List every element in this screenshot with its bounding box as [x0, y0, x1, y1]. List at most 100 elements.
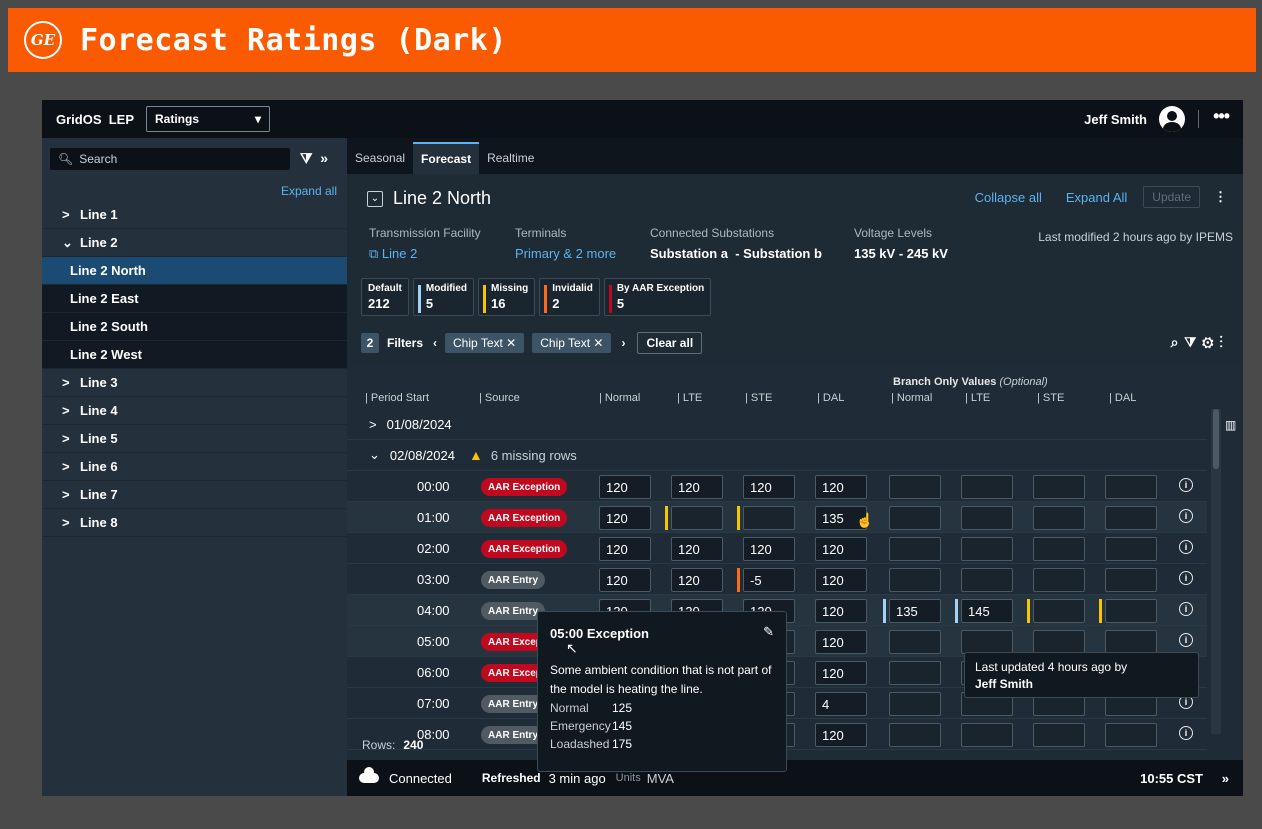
user-menu[interactable]: Jeff Smith — [1084, 100, 1185, 138]
rating-cell[interactable] — [961, 537, 1013, 561]
rating-cell[interactable]: 120 — [815, 475, 867, 499]
rating-cell[interactable] — [961, 568, 1013, 592]
rating-cell[interactable]: 120 — [671, 568, 723, 592]
rating-cell[interactable]: 120 — [743, 537, 795, 561]
column-header[interactable]: | DAL — [817, 392, 844, 404]
rating-cell[interactable] — [1033, 630, 1085, 654]
settings-icon[interactable]: ⚙ — [1202, 334, 1219, 350]
rating-cell[interactable]: 120 — [743, 475, 795, 499]
rating-cell[interactable]: 120 — [671, 475, 723, 499]
source-badge[interactable]: AAR Entry — [481, 726, 546, 744]
sidebar-item[interactable]: Line 2 East — [42, 285, 347, 313]
rating-cell[interactable] — [889, 630, 941, 654]
summary-chip[interactable]: Invidalid 2 — [539, 278, 600, 316]
rating-cell[interactable] — [961, 630, 1013, 654]
rating-cell[interactable]: 120 — [815, 723, 867, 747]
column-header[interactable]: | Normal — [891, 392, 932, 404]
rating-cell[interactable] — [961, 723, 1013, 747]
tab[interactable]: Forecast — [413, 142, 480, 174]
source-badge[interactable]: AAR Entry — [481, 602, 546, 620]
rating-cell[interactable]: 120 — [599, 475, 651, 499]
rating-cell[interactable] — [889, 692, 941, 716]
sidebar-item[interactable]: > Line 7 — [42, 481, 347, 509]
rating-cell[interactable]: 120 — [815, 630, 867, 654]
rating-cell[interactable] — [889, 568, 941, 592]
rating-cell[interactable] — [1105, 723, 1157, 747]
rating-cell[interactable]: 145 — [961, 599, 1013, 623]
rating-cell[interactable]: 120 — [815, 568, 867, 592]
rating-cell[interactable]: 120 — [599, 568, 651, 592]
date-group-row[interactable]: >01/08/2024 — [347, 409, 1207, 440]
rating-cell[interactable] — [889, 506, 941, 530]
sidebar-item[interactable]: Line 2 North — [42, 257, 347, 285]
rating-cell[interactable] — [1105, 568, 1157, 592]
search-input[interactable]: 🔍︎ Search — [50, 148, 290, 170]
rating-cell[interactable] — [961, 475, 1013, 499]
collapse-all-button[interactable]: Collapse all — [975, 190, 1042, 205]
column-header[interactable]: | Normal — [599, 392, 640, 404]
info-icon[interactable]: i — [1179, 571, 1193, 585]
more-icon[interactable]: ••• — [1213, 106, 1230, 127]
source-badge[interactable]: AAR Exception — [481, 509, 568, 527]
date-group-row[interactable]: ⌄ 02/08/2024 ▲ 6 missing rows — [347, 440, 1207, 471]
update-button[interactable]: Update — [1143, 186, 1200, 208]
rating-cell[interactable] — [1033, 568, 1085, 592]
summary-chip[interactable]: Default 212 — [361, 278, 409, 316]
search-icon[interactable]: ⌕ — [1171, 334, 1185, 350]
kebab-menu-icon[interactable]: ⋮ — [1214, 189, 1227, 205]
sidebar-item[interactable]: > Line 5 — [42, 425, 347, 453]
source-badge[interactable]: AAR Entry — [481, 695, 546, 713]
rating-cell[interactable]: 4 — [815, 692, 867, 716]
summary-chip[interactable]: By AAR Exception 5 — [603, 278, 712, 316]
tab[interactable]: Realtime — [479, 142, 542, 174]
rating-cell[interactable] — [1033, 723, 1085, 747]
scrollbar[interactable] — [1211, 409, 1221, 734]
sidebar-item[interactable]: > Line 6 — [42, 453, 347, 481]
rating-cell[interactable] — [743, 506, 795, 530]
table-row[interactable]: 00:00 AAR Exception 120 120 120 120 i — [347, 471, 1207, 502]
summary-chip[interactable]: Missing 16 — [478, 278, 536, 316]
column-header[interactable]: | STE — [745, 392, 772, 404]
facility-link[interactable]: ⧉ Line 2 — [369, 246, 481, 262]
rating-cell[interactable] — [1105, 475, 1157, 499]
chevron-left-icon[interactable]: ‹ — [433, 336, 437, 350]
sidebar-item[interactable]: > Line 1 — [42, 201, 347, 229]
rating-cell[interactable]: -5 — [743, 568, 795, 592]
tab[interactable]: Seasonal — [347, 142, 413, 174]
rating-cell[interactable]: 120 — [815, 537, 867, 561]
sidebar-item[interactable]: ⌄ Line 2 — [42, 229, 347, 257]
rating-cell[interactable]: 120 — [599, 506, 651, 530]
info-icon[interactable]: i — [1179, 602, 1193, 616]
table-row[interactable]: 01:00 AAR Exception 120 135 i — [347, 502, 1207, 533]
sidebar-item[interactable]: > Line 4 — [42, 397, 347, 425]
table-row[interactable]: 03:00 AAR Entry 120 120 -5 120 i — [347, 564, 1207, 595]
terminals-link[interactable]: Primary & 2 more — [515, 246, 616, 261]
kebab-menu-icon[interactable]: ⋮ — [1220, 334, 1230, 350]
filter-icon[interactable]: ⧩ — [1184, 334, 1202, 350]
sidebar-item[interactable]: > Line 3 — [42, 369, 347, 397]
rating-cell[interactable]: 120 — [599, 537, 651, 561]
edit-icon[interactable]: ✎ — [763, 624, 774, 640]
clear-all-button[interactable]: Clear all — [637, 332, 703, 354]
filter-icon[interactable]: ⧩ — [300, 150, 313, 166]
double-chevron-down-icon[interactable]: » — [1222, 771, 1229, 786]
column-header[interactable]: | STE — [1037, 392, 1064, 404]
rating-cell[interactable] — [1105, 506, 1157, 530]
sidebar-item[interactable]: > Line 8 — [42, 509, 347, 537]
rating-cell[interactable] — [1033, 599, 1085, 623]
rating-cell[interactable]: 120 — [671, 537, 723, 561]
column-header[interactable]: | LTE — [677, 392, 702, 404]
rating-cell[interactable] — [889, 723, 941, 747]
source-badge[interactable]: AAR Exception — [481, 540, 568, 558]
avatar-icon[interactable] — [1159, 106, 1185, 132]
info-icon[interactable]: i — [1179, 540, 1193, 554]
sidebar-item[interactable]: Line 2 South — [42, 313, 347, 341]
info-icon[interactable]: i — [1179, 478, 1193, 492]
table-row[interactable]: 02:00 AAR Exception 120 120 120 120 i — [347, 533, 1207, 564]
collapse-toggle-icon[interactable]: ⌄ — [367, 190, 383, 207]
chevron-right-icon[interactable]: › — [621, 336, 625, 350]
rating-cell[interactable] — [961, 506, 1013, 530]
app-select[interactable]: Ratings ▾ — [146, 106, 271, 132]
info-icon[interactable]: i — [1179, 509, 1193, 523]
double-chevron-right-icon[interactable]: » — [320, 150, 328, 166]
